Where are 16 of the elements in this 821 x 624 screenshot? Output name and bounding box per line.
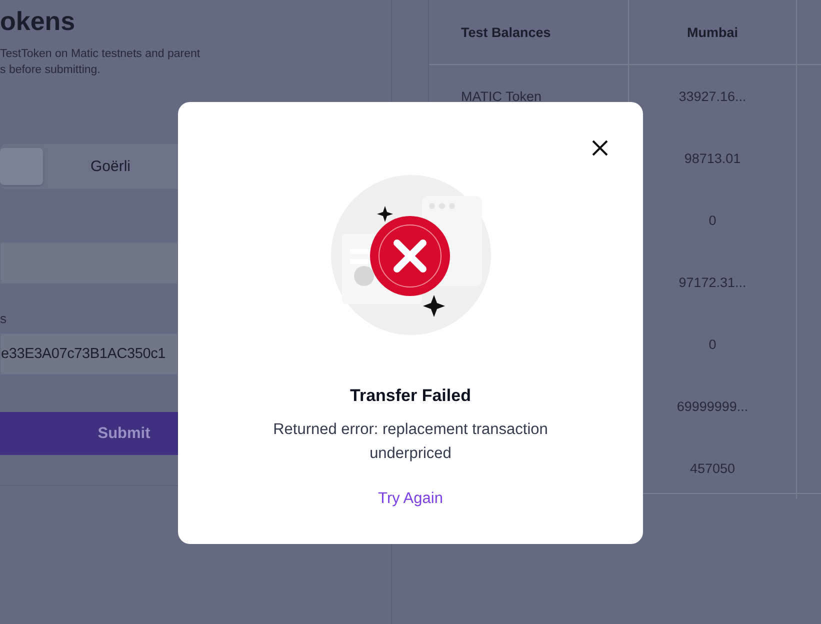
- page-title: okens: [0, 6, 76, 36]
- field-label: s: [0, 311, 6, 326]
- network-tab[interactable]: [0, 148, 43, 185]
- input-field[interactable]: [0, 242, 178, 284]
- modal-title: Transfer Failed: [350, 385, 471, 407]
- close-icon: [591, 139, 609, 157]
- description-text: TestToken on Matic testnets and parent: [0, 47, 200, 62]
- try-again-link[interactable]: Try Again: [378, 490, 443, 508]
- error-message: Returned error: replacement transaction underpriced: [272, 420, 549, 464]
- network-tab[interactable]: Goërli: [43, 148, 178, 185]
- submit-button[interactable]: Submit: [0, 412, 178, 455]
- close-button[interactable]: [591, 139, 609, 157]
- address-field[interactable]: e33E3A07c73B1AC350c1: [0, 333, 178, 375]
- description-text: s before submitting.: [0, 63, 100, 78]
- column-header: Mumbai: [629, 0, 797, 65]
- column-header: Test Balances: [429, 0, 629, 65]
